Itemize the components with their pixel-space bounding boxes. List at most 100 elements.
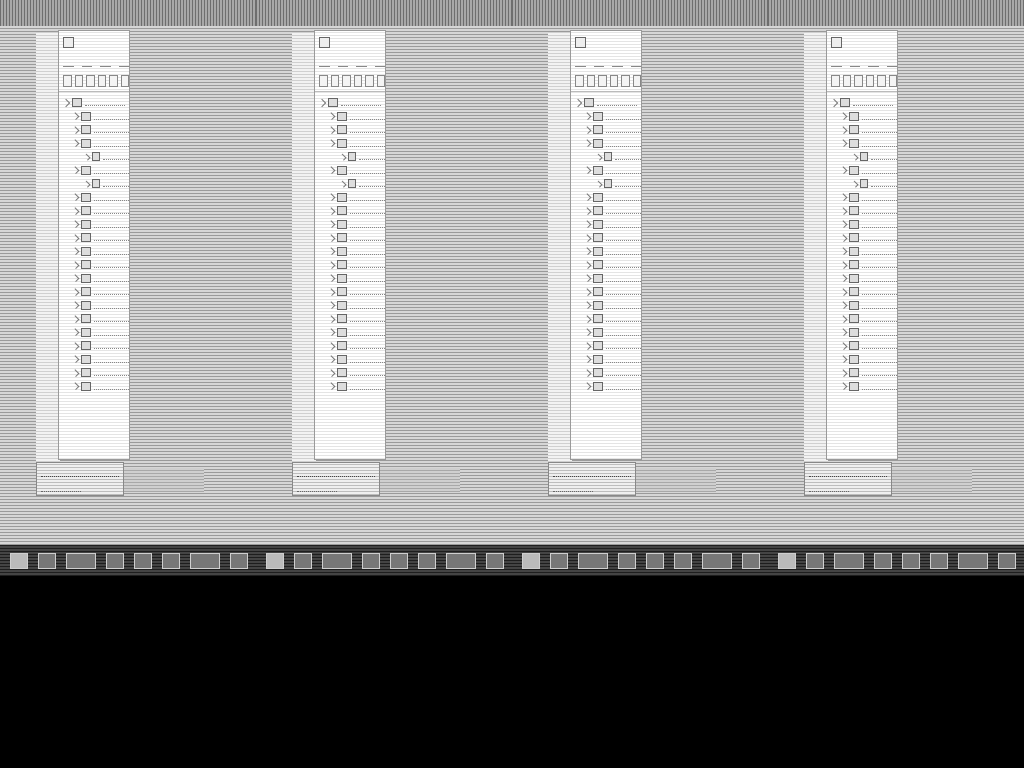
expand-arrow-icon[interactable] <box>583 112 592 121</box>
tree-item[interactable] <box>571 366 641 380</box>
device-manager-icon[interactable] <box>486 552 504 569</box>
tree-item[interactable] <box>59 326 129 340</box>
tree-item[interactable] <box>571 123 641 137</box>
expand-arrow-icon[interactable] <box>71 220 80 229</box>
expand-arrow-icon[interactable] <box>839 314 848 323</box>
expand-arrow-icon[interactable] <box>327 355 336 364</box>
tree-item[interactable] <box>827 312 897 326</box>
tree-item[interactable] <box>315 137 385 151</box>
tree-item[interactable] <box>315 96 385 110</box>
forward-icon[interactable] <box>586 75 595 87</box>
expand-arrow-icon[interactable] <box>71 382 80 391</box>
tree-item[interactable] <box>315 353 385 367</box>
tree-item[interactable] <box>315 191 385 205</box>
tree-item[interactable] <box>827 150 897 164</box>
expand-arrow-icon[interactable] <box>71 287 80 296</box>
search-icon[interactable] <box>294 552 312 569</box>
expand-arrow-icon[interactable] <box>71 274 80 283</box>
tree-item[interactable] <box>827 299 897 313</box>
tree-item[interactable] <box>315 150 385 164</box>
back-icon[interactable] <box>319 75 328 87</box>
expand-arrow-icon[interactable] <box>71 341 80 350</box>
tree-item[interactable] <box>827 177 897 191</box>
menu-item[interactable] <box>319 58 330 67</box>
tree-item[interactable] <box>827 366 897 380</box>
device-manager-icon[interactable] <box>230 552 248 569</box>
expand-arrow-icon[interactable] <box>829 98 839 107</box>
expand-arrow-icon[interactable] <box>327 125 336 134</box>
menu-item[interactable] <box>356 58 367 67</box>
tree-item[interactable] <box>59 204 129 218</box>
menu-item[interactable] <box>63 58 74 67</box>
tree-item[interactable] <box>315 366 385 380</box>
expand-arrow-icon[interactable] <box>71 355 80 364</box>
expand-arrow-icon[interactable] <box>339 180 347 188</box>
expand-arrow-icon[interactable] <box>71 166 80 175</box>
menu-item[interactable] <box>337 58 348 67</box>
expand-arrow-icon[interactable] <box>71 139 80 148</box>
menu-item[interactable] <box>630 58 641 67</box>
expand-arrow-icon[interactable] <box>851 153 859 161</box>
tree-item[interactable] <box>571 339 641 353</box>
tree-item[interactable] <box>571 218 641 232</box>
app-icon[interactable] <box>190 552 220 569</box>
expand-arrow-icon[interactable] <box>583 247 592 256</box>
expand-arrow-icon[interactable] <box>583 125 592 134</box>
device-manager-icon[interactable] <box>998 552 1016 569</box>
expand-arrow-icon[interactable] <box>583 233 592 242</box>
tree-item[interactable] <box>59 110 129 124</box>
tree-item[interactable] <box>59 245 129 259</box>
app-icon[interactable] <box>390 552 408 569</box>
expand-arrow-icon[interactable] <box>583 287 592 296</box>
tree-item[interactable] <box>571 204 641 218</box>
forward-icon[interactable] <box>74 75 83 87</box>
expand-arrow-icon[interactable] <box>839 233 848 242</box>
tree-item[interactable] <box>827 339 897 353</box>
properties-icon[interactable] <box>598 75 607 87</box>
expand-arrow-icon[interactable] <box>327 112 336 121</box>
search-icon[interactable] <box>38 552 56 569</box>
tree-item[interactable] <box>315 245 385 259</box>
expand-arrow-icon[interactable] <box>839 206 848 215</box>
expand-arrow-icon[interactable] <box>839 247 848 256</box>
tree-item[interactable] <box>59 191 129 205</box>
expand-arrow-icon[interactable] <box>327 260 336 269</box>
menu-item[interactable] <box>849 58 860 67</box>
tree-item[interactable] <box>571 285 641 299</box>
expand-arrow-icon[interactable] <box>71 328 80 337</box>
tree-item[interactable] <box>827 164 897 178</box>
expand-arrow-icon[interactable] <box>327 301 336 310</box>
expand-arrow-icon[interactable] <box>583 206 592 215</box>
tree-item[interactable] <box>827 326 897 340</box>
tree-item[interactable] <box>571 137 641 151</box>
expand-arrow-icon[interactable] <box>583 341 592 350</box>
expand-arrow-icon[interactable] <box>327 382 336 391</box>
tree-item[interactable] <box>315 177 385 191</box>
task-view-icon[interactable] <box>578 552 608 569</box>
tree-item[interactable] <box>315 285 385 299</box>
expand-arrow-icon[interactable] <box>583 301 592 310</box>
expand-arrow-icon[interactable] <box>839 382 848 391</box>
tree-item[interactable] <box>315 218 385 232</box>
expand-arrow-icon[interactable] <box>71 193 80 202</box>
tree-item[interactable] <box>315 204 385 218</box>
expand-arrow-icon[interactable] <box>583 382 592 391</box>
expand-arrow-icon[interactable] <box>583 314 592 323</box>
expand-arrow-icon[interactable] <box>71 247 80 256</box>
expand-arrow-icon[interactable] <box>327 139 336 148</box>
refresh-icon[interactable] <box>109 75 118 87</box>
tree-item[interactable] <box>571 110 641 124</box>
tree-item[interactable] <box>827 245 897 259</box>
expand-arrow-icon[interactable] <box>327 193 336 202</box>
tree-item[interactable] <box>827 110 897 124</box>
file-explorer-icon[interactable] <box>874 552 892 569</box>
expand-arrow-icon[interactable] <box>839 328 848 337</box>
tree-item[interactable] <box>571 258 641 272</box>
tree-item[interactable] <box>571 164 641 178</box>
expand-arrow-icon[interactable] <box>327 328 336 337</box>
expand-arrow-icon[interactable] <box>327 314 336 323</box>
tree-item[interactable] <box>59 353 129 367</box>
tree-item[interactable] <box>571 231 641 245</box>
expand-arrow-icon[interactable] <box>839 274 848 283</box>
tree-item[interactable] <box>59 272 129 286</box>
